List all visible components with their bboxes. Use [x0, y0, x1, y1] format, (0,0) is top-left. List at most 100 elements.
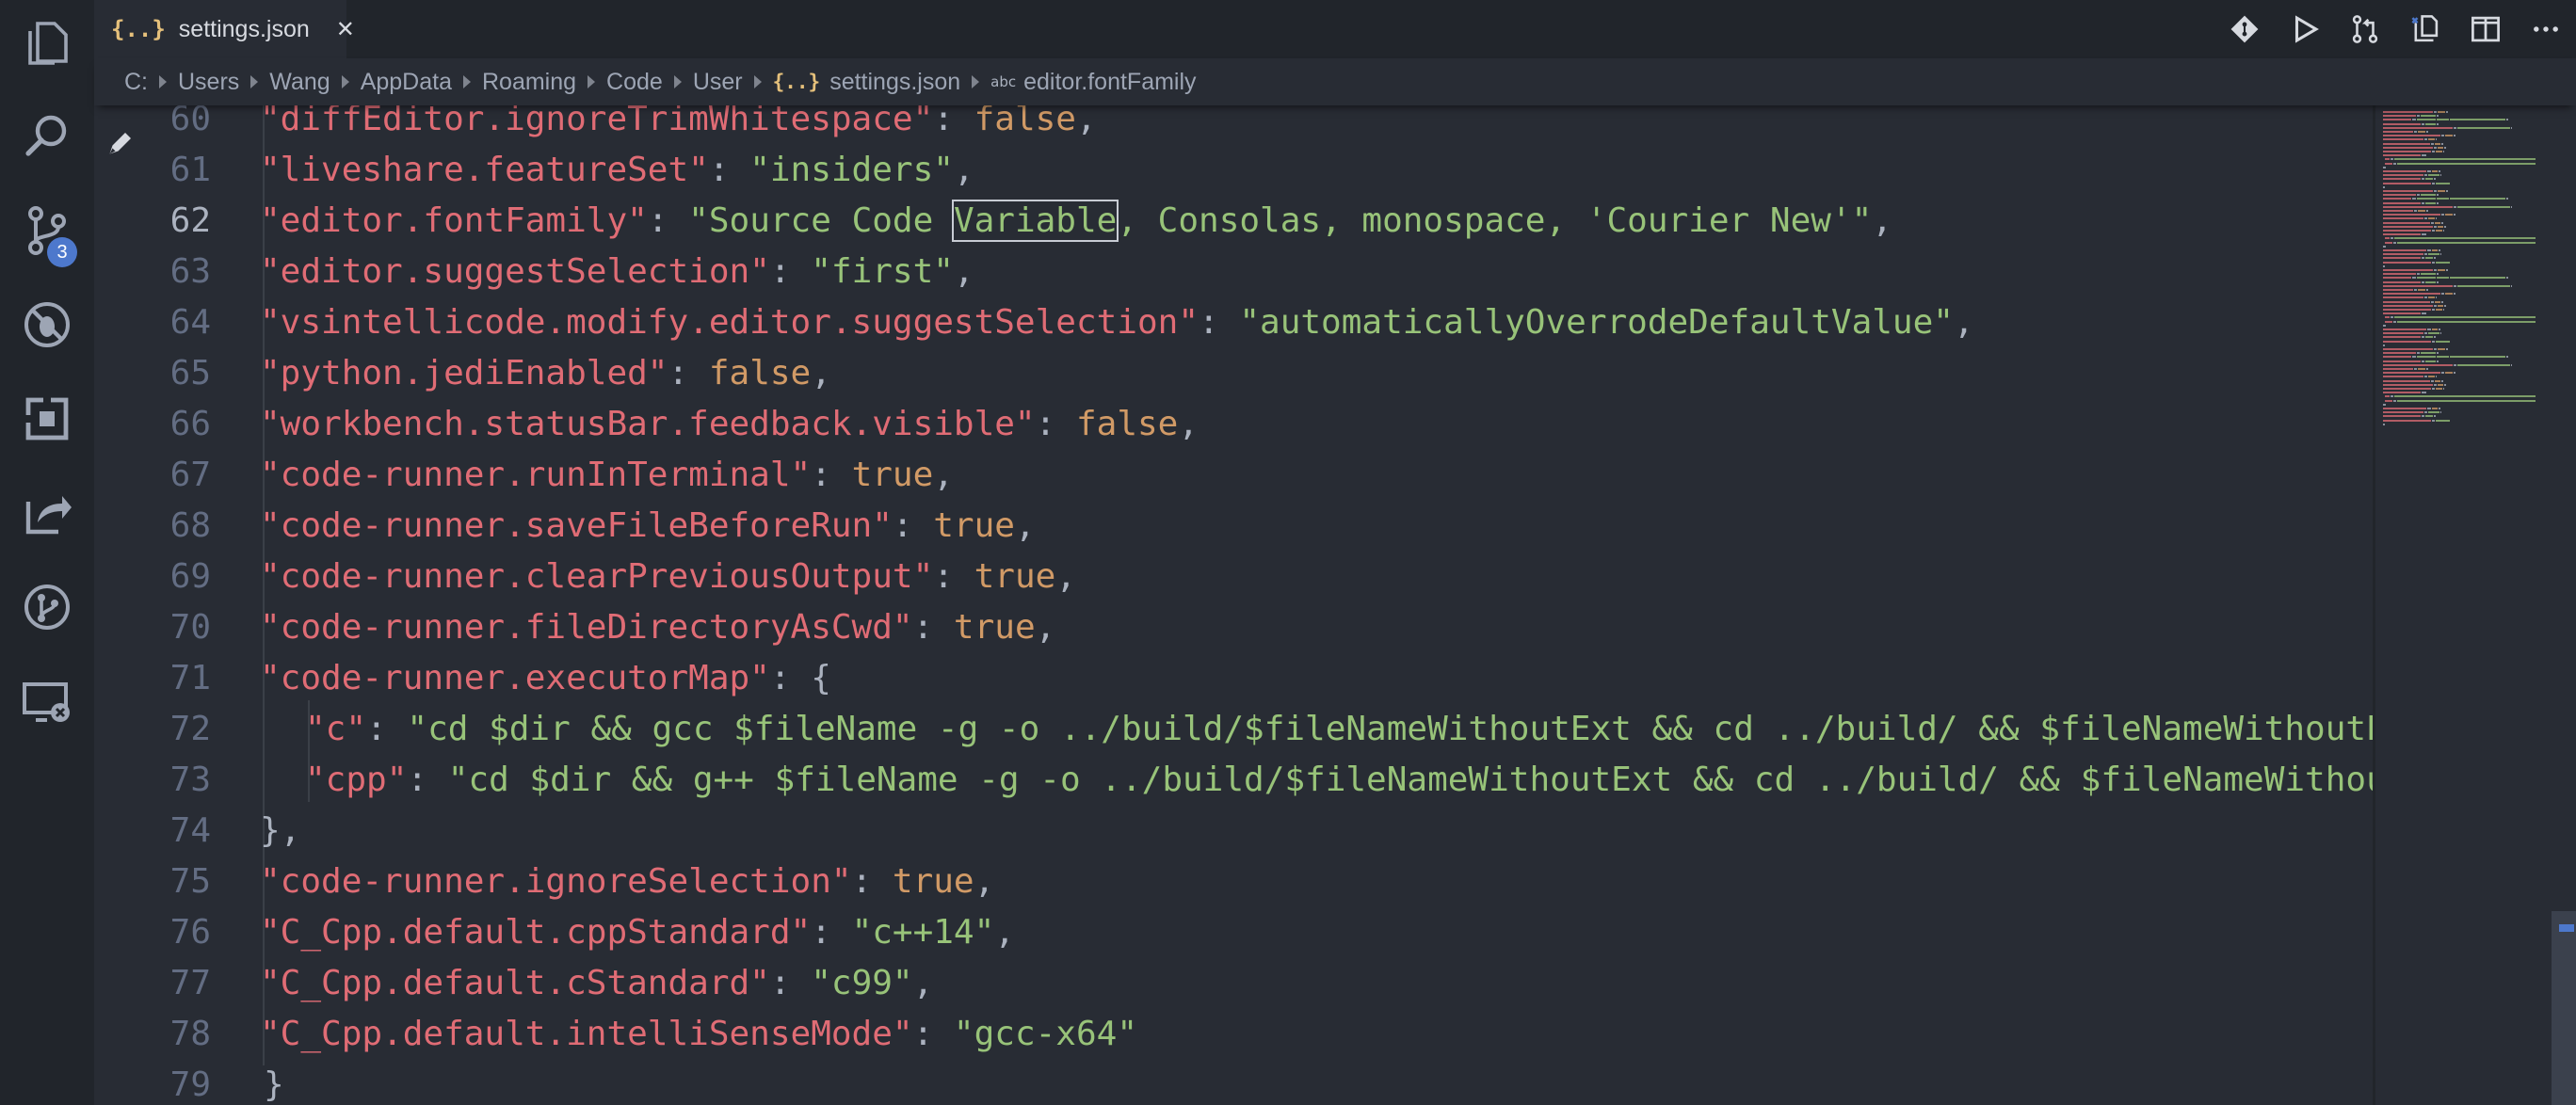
breadcrumb-item-code[interactable]: Code [606, 69, 663, 96]
code-line[interactable]: 69 "code-runner.clearPreviousOutput": tru… [94, 552, 2373, 602]
code-editor[interactable]: 60 "diffEditor.ignoreTrimWhitespace": fal… [94, 105, 2373, 1105]
code-line[interactable]: 61 "liveshare.featureSet": "insiders", [94, 145, 2373, 196]
activity-git-graph[interactable] [0, 565, 94, 649]
minimap-line [2454, 135, 2455, 137]
tab-settings-json[interactable]: {..} settings.json ✕ [94, 0, 355, 58]
close-icon[interactable]: ✕ [336, 16, 355, 43]
minimap-line [2383, 185, 2385, 188]
minimap-line [2383, 214, 2440, 216]
minimap-line [2434, 415, 2436, 418]
minimap-line [2454, 214, 2455, 216]
code-token: "C_Cpp.default.cStandard" [260, 964, 770, 1002]
code-token: "gcc-x64" [953, 1015, 1137, 1053]
split-editor-icon [2471, 16, 2500, 42]
minimap-line [2433, 348, 2437, 350]
line-number: 60 [169, 105, 211, 138]
code-line[interactable]: 73 "cpp": "cd $dir && g++ $fileName -g -o… [94, 755, 2373, 806]
minimap-line [2424, 174, 2428, 177]
json-braces-icon: {..} [772, 71, 821, 93]
minimap-line [2383, 348, 2433, 350]
minimap-line [2383, 273, 2417, 276]
minimap-line [2430, 142, 2434, 145]
json-braces-icon: {..} [111, 16, 166, 42]
activity-extensions[interactable] [0, 376, 94, 461]
minimap-line [2390, 395, 2393, 398]
chevron-right-icon [159, 75, 167, 88]
activity-explorer[interactable] [0, 0, 94, 85]
breadcrumb-label: Users [178, 68, 240, 95]
minimap-line [2432, 419, 2436, 422]
minimap-line [2383, 304, 2433, 307]
scrollbar-thumb[interactable] [2552, 911, 2576, 1105]
minimap-line [2383, 264, 2385, 267]
split-editor-button[interactable] [2455, 0, 2516, 58]
open-changes-button[interactable] [2395, 0, 2455, 58]
line-source: "code-runner.clearPreviousOutput": true, [260, 552, 1076, 602]
code-line[interactable]: 76 "C_Cpp.default.cppStandard": "c++14", [94, 907, 2373, 958]
git-compare-button[interactable] [2214, 0, 2275, 58]
minimap-line [2417, 194, 2421, 197]
code-line[interactable]: 72 "c": "cd $dir && gcc $fileName -g -o .… [94, 704, 2373, 755]
minimap-line [2416, 198, 2437, 200]
code-line[interactable]: 68 "code-runner.saveFileBeforeRun": true, [94, 501, 2373, 552]
breadcrumb-label: AppData [360, 68, 452, 95]
code-token: , [1953, 303, 1974, 342]
code-line[interactable]: 74}, [94, 806, 2373, 857]
code-token: "code-runner.saveFileBeforeRun" [260, 506, 893, 545]
activity-live-share[interactable] [0, 471, 94, 555]
activity-remote-explorer[interactable] [0, 659, 94, 744]
breadcrumb-item-drive[interactable]: C: [124, 69, 148, 96]
minimap[interactable] [2373, 105, 2554, 1105]
code-line[interactable]: 70 "code-runner.fileDirectoryAsCwd": true… [94, 602, 2373, 653]
breadcrumb-item-roaming[interactable]: Roaming [482, 69, 576, 96]
more-actions-button[interactable] [2516, 0, 2576, 58]
activity-search[interactable] [0, 94, 94, 179]
code-line[interactable]: 67 "code-runner.runInTerminal": true, [94, 450, 2373, 501]
pull-request-button[interactable] [2335, 0, 2395, 58]
line-source: "liveshare.featureSet": "insiders", [260, 145, 974, 196]
code-token: }, [260, 811, 301, 850]
minimap-line [2383, 372, 2440, 375]
breadcrumb-item-wang[interactable]: Wang [269, 69, 330, 96]
code-line[interactable]: 71 "code-runner.executorMap": { [94, 653, 2373, 704]
activity-debug[interactable] [0, 282, 94, 367]
minimap-line [2383, 122, 2421, 125]
code-line[interactable]: 63 "editor.suggestSelection": "first", [94, 247, 2373, 297]
code-token: : [811, 456, 852, 494]
breadcrumb-item-settings-json[interactable]: {..} settings.json [773, 69, 961, 96]
code-line[interactable]: 75 "code-runner.ignoreSelection": true, [94, 857, 2373, 907]
breadcrumb-item-user[interactable]: User [693, 69, 743, 96]
minimap-line [2412, 119, 2416, 121]
minimap-line [2430, 221, 2434, 224]
vertical-scrollbar[interactable] [2552, 105, 2576, 1105]
minimap-line [2383, 408, 2427, 409]
minimap-line [2383, 194, 2417, 197]
code-line[interactable]: 62 "editor.fontFamily": "Source Code Vari… [94, 196, 2373, 247]
minimap-line [2421, 352, 2437, 355]
code-line[interactable]: 64 "vsintellicode.modify.editor.suggestSe… [94, 297, 2373, 348]
activity-source-control[interactable]: 3 [0, 188, 94, 273]
minimap-line [2445, 135, 2453, 137]
code-line[interactable]: 78 "C_Cpp.default.intelliSenseMode": "gcc… [94, 1009, 2373, 1060]
minimap-line [2428, 174, 2439, 177]
code-line[interactable]: 60 "diffEditor.ignoreTrimWhitespace": fal… [94, 105, 2373, 145]
minimap-line [2431, 170, 2438, 172]
minimap-line [2433, 190, 2437, 192]
run-button[interactable] [2275, 0, 2335, 58]
minimap-line [2438, 146, 2444, 149]
minimap-line [2383, 289, 2413, 291]
minimap-line [2385, 237, 2390, 240]
code-line[interactable]: 66 "workbench.statusBar.feedback.visible"… [94, 399, 2373, 450]
breadcrumb-item-users[interactable]: Users [178, 69, 239, 96]
highlighted-word: Variable [951, 200, 1119, 242]
minimap-line [2383, 300, 2430, 303]
code-line[interactable]: 77 "C_Cpp.default.cStandard": "c99", [94, 958, 2373, 1009]
minimap-line [2383, 217, 2424, 220]
breadcrumb-item-appdata[interactable]: AppData [361, 69, 452, 96]
minimap-line [2442, 230, 2445, 232]
code-token: true [953, 608, 1036, 647]
breadcrumb-item-symbol[interactable]: abc editor.fontFamily [990, 69, 1196, 96]
code-line[interactable]: 65 "python.jediEnabled": false, [94, 348, 2373, 399]
code-line[interactable]: 79} [94, 1060, 2373, 1105]
code-token: false [974, 105, 1076, 138]
